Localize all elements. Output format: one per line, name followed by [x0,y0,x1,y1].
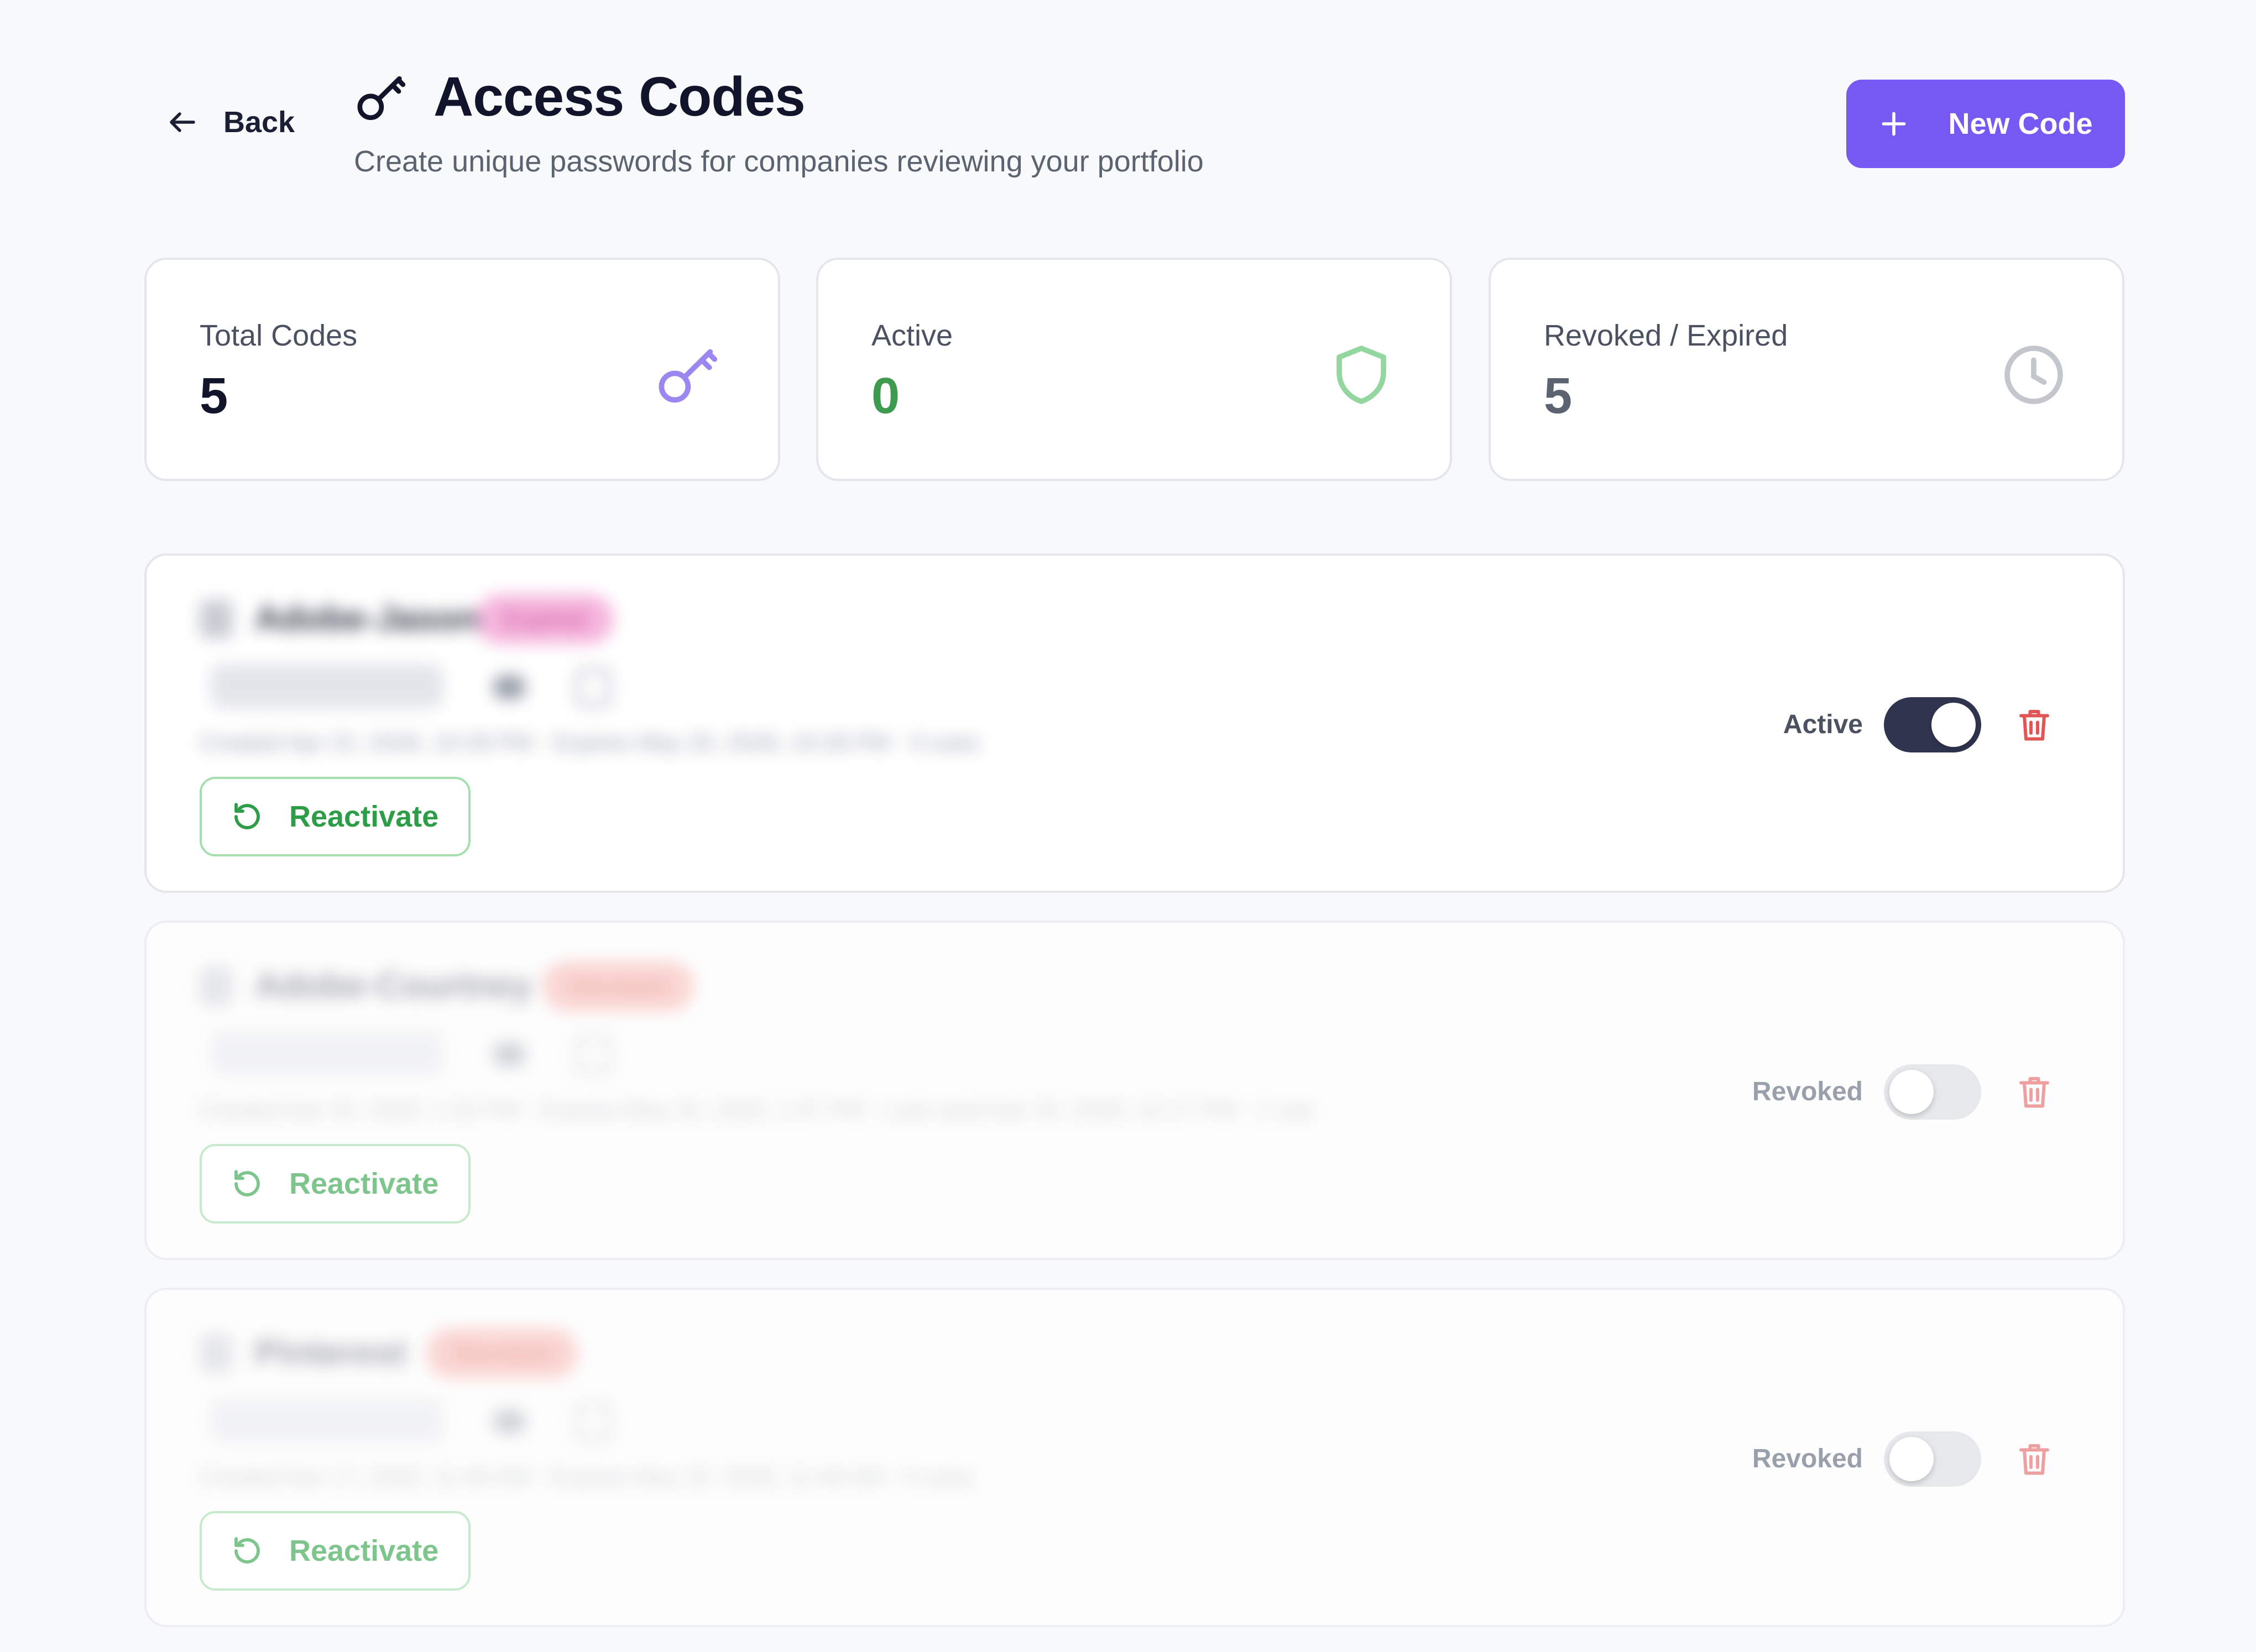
code-name: Adobe-Courtney [255,965,532,1005]
trash-icon[interactable] [2014,1439,2054,1479]
toggle-knob [1889,1437,1934,1481]
stat-card-active: Active 0 [816,258,1452,481]
plus-icon [1882,112,1906,136]
status-badge: Revoked [542,961,694,1011]
refresh-icon [234,803,260,829]
code-value-field [211,1031,443,1075]
code-value-field [211,664,443,708]
arrow-left-icon [170,112,195,132]
code-meta: Created Apr 22, 2026, 1:32 PM · Expires … [200,1096,1314,1122]
status-label: Active [1783,710,1863,739]
trash-icon[interactable] [2014,705,2054,745]
access-codes-page: Back Access Codes Create unique password… [0,0,2256,1652]
page-subtitle: Create unique passwords for companies re… [354,145,1204,178]
reactivate-label: Reactivate [289,1534,439,1567]
copy-icon[interactable] [576,668,611,707]
stat-card-total: Total Codes 5 [144,258,780,481]
reactivate-label: Reactivate [289,1167,439,1200]
lock-icon [200,967,233,1006]
copy-icon[interactable] [576,1403,611,1441]
status-label: Revoked [1752,1077,1863,1106]
code-details: Pinterest Revoked Created Apr 17, 2026, … [200,1321,1693,1503]
back-label: Back [223,106,295,139]
refresh-icon [234,1170,260,1196]
key-icon [659,349,718,403]
eye-icon[interactable] [493,675,526,699]
stat-label: Active [871,319,953,352]
code-card: Adobe-Courtney Revoked Created Apr 22, 2… [144,921,2125,1260]
trash-icon[interactable] [2014,1072,2054,1112]
new-code-button[interactable]: New Code [1846,80,2125,168]
stat-value: 5 [200,368,228,424]
page-title: Access Codes [434,66,806,128]
active-toggle[interactable] [1884,697,1981,752]
refresh-icon [234,1537,260,1564]
status-badge: Expired [476,594,614,644]
code-name: Pinterest [255,1332,406,1372]
code-details: Adobe-Jason Expired Created Apr 22, 2026… [200,587,1693,769]
status-badge: Revoked [426,1329,578,1378]
active-toggle[interactable] [1884,1431,1981,1487]
code-meta: Created Apr 17, 2026, 11:46 AM · Expires… [200,1463,974,1489]
active-toggle[interactable] [1884,1064,1981,1120]
back-button[interactable]: Back [166,105,295,139]
code-name: Adobe-Jason [255,598,479,638]
reactivate-label: Reactivate [289,800,439,833]
stat-value: 0 [871,368,900,424]
stat-value: 5 [1544,368,1573,424]
status-label: Revoked [1752,1444,1863,1473]
stat-label: Revoked / Expired [1544,319,1788,352]
code-card: Adobe-Jason Expired Created Apr 22, 2026… [144,553,2125,893]
toggle-knob [1889,1070,1934,1114]
toggle-knob [1931,703,1976,747]
code-card: Pinterest Revoked Created Apr 17, 2026, … [144,1288,2125,1627]
eye-icon[interactable] [493,1409,526,1434]
code-meta: Created Apr 22, 2026, 10:28 PM · Expires… [200,729,980,755]
reactivate-button[interactable]: Reactivate [200,777,471,856]
copy-icon[interactable] [576,1036,611,1074]
eye-icon[interactable] [493,1042,526,1067]
lock-icon [200,1334,233,1373]
new-code-label: New Code [1948,107,2093,140]
lock-icon [200,600,233,639]
code-value-field [211,1398,443,1442]
clock-icon [2004,346,2063,404]
shield-icon [1336,346,1386,404]
reactivate-button[interactable]: Reactivate [200,1511,471,1591]
page-header: Access Codes Create unique passwords for… [354,65,1204,179]
reactivate-button[interactable]: Reactivate [200,1144,471,1224]
stat-label: Total Codes [200,319,358,352]
stat-card-revoked: Revoked / Expired 5 [1489,258,2124,481]
key-icon [357,76,406,120]
code-details: Adobe-Courtney Revoked Created Apr 22, 2… [200,954,1693,1136]
